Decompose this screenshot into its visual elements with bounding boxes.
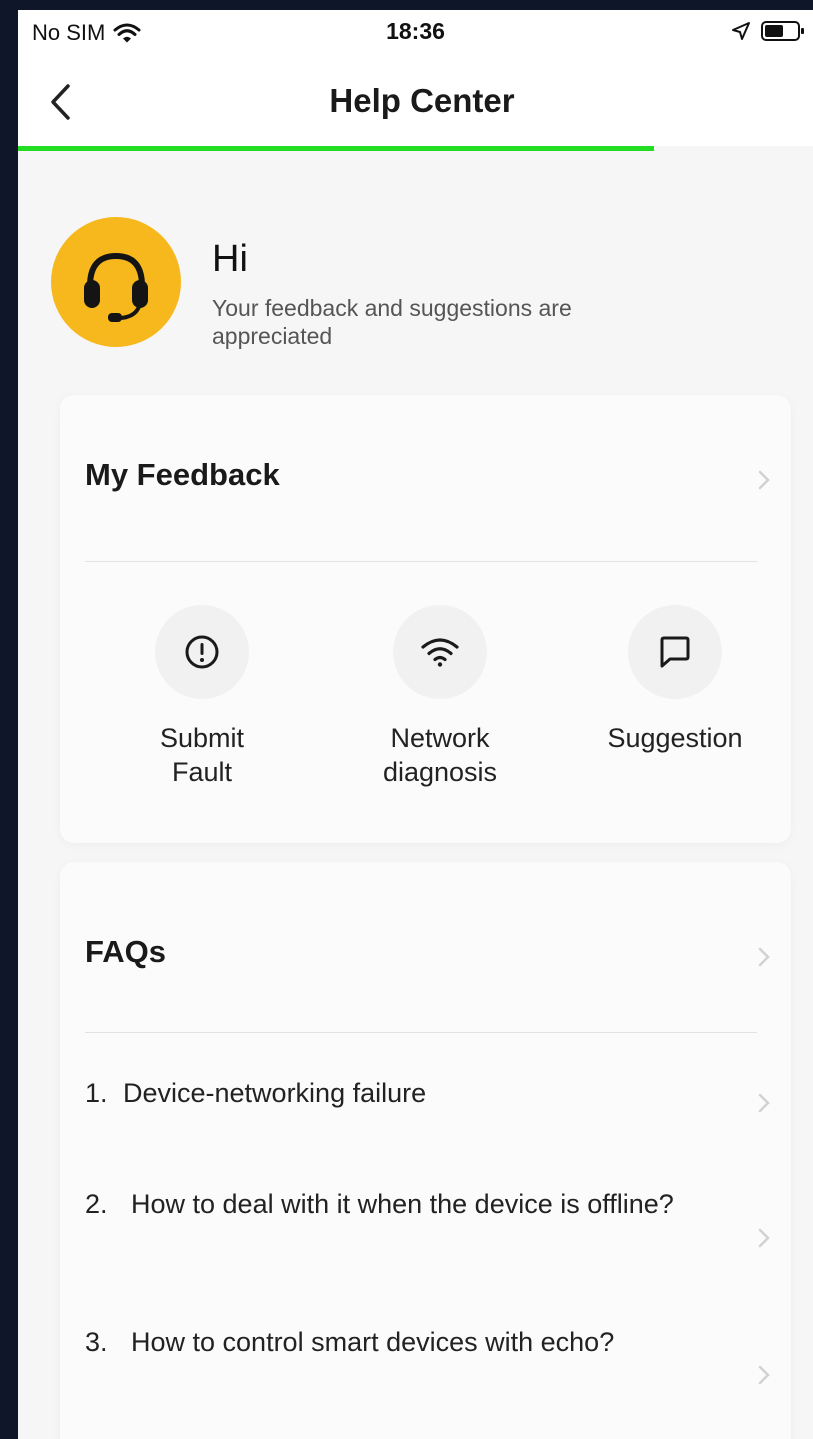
- wifi-icon: [421, 638, 459, 667]
- chevron-right-icon[interactable]: [756, 1092, 772, 1114]
- chevron-right-icon[interactable]: [756, 1227, 772, 1249]
- greeting-title: Hi: [212, 238, 248, 280]
- status-indicators: [731, 20, 805, 42]
- my-feedback-link[interactable]: My Feedback: [85, 457, 280, 493]
- feedback-card: My Feedback Submit Fault Network diagnos…: [60, 395, 791, 843]
- location-arrow-icon: [732, 22, 750, 40]
- divider: [85, 1032, 757, 1033]
- faq-question: Device-networking failure: [123, 1078, 427, 1108]
- network-diagnosis-label-line: Network: [390, 723, 490, 753]
- speech-bubble-icon: [660, 636, 690, 668]
- faq-question: How to deal with it when the device is o…: [131, 1189, 674, 1219]
- faqs-card: FAQs 1. Device-networking failure 2. How…: [60, 862, 791, 1439]
- chevron-right-icon[interactable]: [756, 946, 772, 968]
- battery-icon: [761, 21, 804, 41]
- page-load-progress: [18, 146, 813, 152]
- network-diagnosis-label-line: diagnosis: [382, 757, 498, 787]
- suggestion-label-line: Suggestion: [607, 723, 743, 753]
- exclamation-circle-icon: [185, 635, 219, 669]
- navigation-bar: Help Center: [18, 58, 813, 150]
- page-load-progress-fill: [18, 146, 654, 151]
- submit-fault-button[interactable]: Submit Fault: [102, 605, 302, 789]
- status-bar: No SIM 18:36: [18, 10, 813, 58]
- divider: [85, 561, 757, 562]
- headset-icon: [84, 252, 148, 322]
- network-diagnosis-button[interactable]: Network diagnosis: [340, 605, 540, 789]
- faq-number: 3.: [85, 1327, 108, 1357]
- submit-fault-label: Submit Fault: [102, 721, 302, 789]
- faq-item[interactable]: 2. How to deal with it when the device i…: [85, 1180, 705, 1228]
- support-avatar: [51, 217, 181, 347]
- network-diagnosis-icon-circle: [393, 605, 487, 699]
- submit-fault-label-line: Submit: [159, 723, 245, 753]
- faq-item[interactable]: 3. How to control smart devices with ech…: [85, 1318, 705, 1366]
- page-title: Help Center: [329, 82, 515, 119]
- suggestion-label: Suggestion: [575, 721, 775, 755]
- app-screen: No SIM 18:36 Help Center Hi Your feedbac…: [18, 10, 813, 1439]
- faq-question: How to control smart devices with echo?: [131, 1327, 615, 1357]
- faqs-link[interactable]: FAQs: [85, 934, 166, 970]
- greeting-subtitle: Your feedback and suggestions are apprec…: [212, 295, 572, 349]
- submit-fault-icon-circle: [155, 605, 249, 699]
- suggestion-button[interactable]: Suggestion: [575, 605, 775, 755]
- suggestion-icon-circle: [628, 605, 722, 699]
- faq-number: 1.: [85, 1078, 108, 1108]
- faq-item[interactable]: 1. Device-networking failure: [85, 1069, 705, 1117]
- chevron-right-icon[interactable]: [756, 469, 772, 491]
- chevron-right-icon[interactable]: [756, 1364, 772, 1386]
- network-diagnosis-label: Network diagnosis: [340, 721, 540, 789]
- clock: 18:36: [386, 18, 445, 44]
- submit-fault-label-line: Fault: [171, 757, 233, 787]
- faq-number: 2.: [85, 1189, 108, 1219]
